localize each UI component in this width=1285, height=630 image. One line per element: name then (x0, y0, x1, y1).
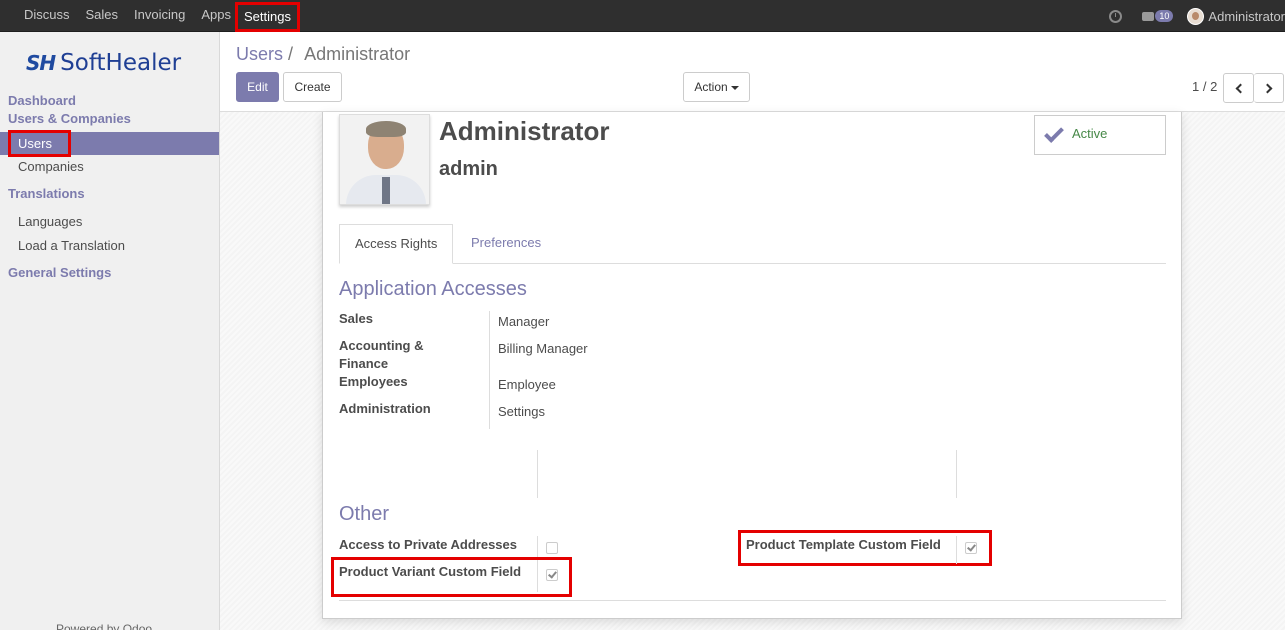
access-value[interactable]: Employee (498, 377, 556, 392)
sidebar-item-languages[interactable]: Languages (0, 209, 219, 234)
caret-down-icon (730, 85, 739, 90)
company-logo: SH SoftHealer (26, 50, 181, 76)
private-addresses-checkbox[interactable] (546, 542, 558, 554)
sidebar-item-companies[interactable]: Companies (0, 155, 219, 179)
control-panel: Users / Administrator Edit Create Action… (220, 32, 1285, 112)
template-field-checkbox[interactable] (965, 542, 977, 554)
access-value[interactable]: Settings (498, 404, 545, 419)
menu-sales[interactable]: Sales (78, 0, 127, 32)
access-label: Administration (339, 401, 431, 416)
logo-text: SoftHealer (60, 50, 182, 76)
user-name-title: Administrator (439, 116, 610, 146)
pager-previous-button[interactable] (1223, 73, 1254, 103)
sidebar-section-users-companies[interactable]: Users & Companies (0, 110, 219, 128)
divider (489, 311, 490, 429)
breadcrumb-users-link[interactable]: Users (236, 44, 283, 64)
menu-discuss[interactable]: Discuss (16, 0, 78, 32)
create-button[interactable]: Create (283, 72, 342, 102)
user-login: admin (439, 158, 498, 180)
highlight-box (8, 130, 71, 157)
form-view: Administrator admin Active Access Rights… (220, 112, 1285, 630)
chevron-left-icon (1235, 83, 1245, 94)
private-addresses-label: Access to Private Addresses (339, 537, 518, 552)
top-navbar: Discuss Sales Invoicing Apps Settings 10… (0, 0, 1285, 32)
sidebar-item-users[interactable]: Users (0, 130, 219, 157)
breadcrumb: Users / Administrator (236, 44, 410, 65)
tab-preferences[interactable]: Preferences (456, 224, 556, 264)
message-count-badge: 10 (1155, 10, 1174, 22)
sidebar-item-dashboard[interactable]: Dashboard (0, 92, 219, 110)
application-accesses-heading: Application Accesses (339, 278, 527, 300)
status-label: Active (1072, 126, 1108, 141)
access-value[interactable]: Billing Manager (498, 341, 588, 356)
breadcrumb-separator: / (288, 44, 294, 64)
sidebar-item-general-settings[interactable]: General Settings (0, 264, 219, 282)
check-icon (1044, 123, 1064, 143)
chevron-right-icon (1262, 83, 1272, 94)
other-heading: Other (339, 503, 390, 525)
menu-invoicing[interactable]: Invoicing (126, 0, 193, 32)
sidebar-item-load-translation[interactable]: Load a Translation (0, 234, 219, 258)
access-value[interactable]: Manager (498, 314, 549, 329)
template-field-label: Product Template Custom Field (746, 537, 941, 552)
menu-apps[interactable]: Apps (193, 0, 235, 32)
powered-by[interactable]: Powered by Odoo (56, 622, 152, 630)
divider (956, 450, 957, 498)
avatar[interactable] (1187, 7, 1205, 25)
variant-field-label: Product Variant Custom Field (339, 564, 522, 579)
systray: 10 Administrator (1109, 0, 1285, 32)
breadcrumb-current: Administrator (304, 44, 411, 64)
pager-next-button[interactable] (1254, 73, 1284, 103)
messages-button[interactable]: 10 (1142, 10, 1174, 22)
pager-value: 1 / 2 (1192, 79, 1218, 94)
edit-button[interactable]: Edit (236, 72, 279, 102)
sidebar-section-translations[interactable]: Translations (0, 185, 219, 203)
logo-mark: SH (26, 51, 56, 75)
active-toggle-button[interactable]: Active (1034, 115, 1166, 155)
user-menu[interactable]: Administrator (1208, 9, 1285, 24)
access-label: Employees (339, 374, 408, 389)
app-menu: Discuss Sales Invoicing Apps Settings (16, 0, 300, 32)
tab-access-rights[interactable]: Access Rights (339, 224, 454, 264)
access-label: Accounting & Finance (339, 338, 424, 371)
variant-field-checkbox[interactable] (546, 569, 558, 581)
clock-icon[interactable] (1109, 9, 1123, 23)
divider (956, 536, 957, 564)
access-rights-group: Sales Manager Accounting & Finance Billi… (339, 308, 739, 430)
divider (339, 600, 1166, 601)
action-dropdown[interactable]: Action (683, 72, 750, 102)
access-label: Sales (339, 311, 373, 326)
form-sheet: Administrator admin Active Access Rights… (322, 112, 1182, 619)
divider (537, 450, 538, 498)
menu-settings[interactable]: Settings (235, 2, 300, 32)
sidebar: SH SoftHealer Dashboard Users & Companie… (0, 32, 220, 630)
user-photo[interactable] (339, 114, 430, 205)
chat-icon (1142, 11, 1155, 21)
notebook-tabs: Access Rights Preferences (339, 224, 1166, 264)
action-label: Action (694, 80, 728, 94)
sidebar-nav: Dashboard Users & Companies Users Compan… (0, 92, 219, 282)
